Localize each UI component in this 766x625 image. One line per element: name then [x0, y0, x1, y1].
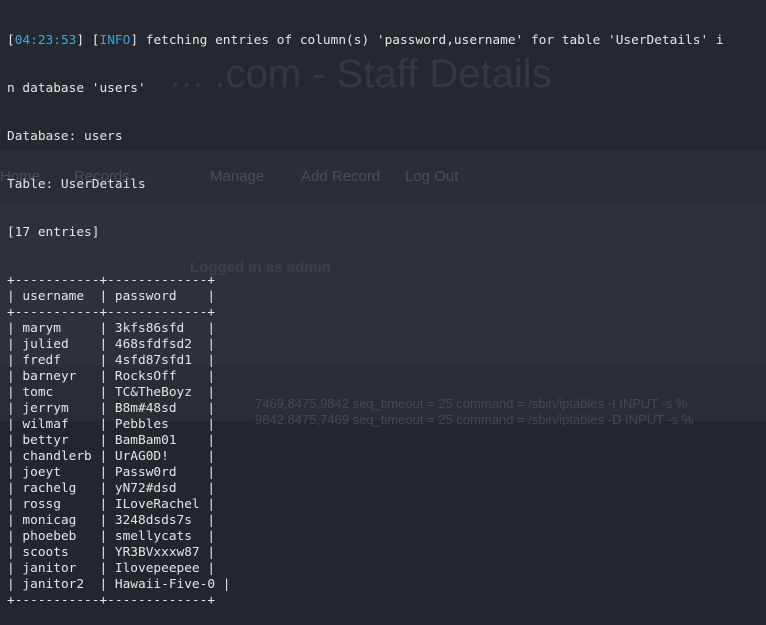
table-row: | janitor2 | Hawaii-Five-0 |	[7, 577, 231, 592]
table-line: Table: UserDetails	[7, 177, 146, 192]
log-level: INFO	[99, 33, 131, 48]
cell-password: RocksOff	[114, 369, 177, 384]
header-password: password	[114, 289, 177, 304]
cell-username: joeyt	[22, 465, 61, 480]
cell-username: scoots	[22, 545, 69, 560]
cell-password: yN72#dsd	[114, 481, 177, 496]
table-row: | fredf | 4sfd87sfd1 |	[7, 353, 216, 368]
terminal-output[interactable]: [04:23:53] [INFO] fetching entries of co…	[7, 1, 759, 625]
cell-password: UrAG0D!	[114, 449, 169, 464]
cell-password: Hawaii-Five-0	[114, 577, 216, 592]
cell-username: jerrym	[22, 401, 69, 416]
cell-password: 3248dsds7s	[114, 513, 192, 528]
cell-username: wilmaf	[22, 417, 69, 432]
dump-table: +-----------+-------------+ | username | …	[7, 273, 759, 609]
cell-password: Pebbles	[114, 417, 169, 432]
table-row: | joeyt | Passw0rd |	[7, 465, 216, 480]
cell-username: phoebeb	[22, 529, 77, 544]
cell-username: monicag	[22, 513, 77, 528]
table-row: | barneyr | RocksOff |	[7, 369, 216, 384]
cell-username: julied	[22, 337, 69, 352]
entries-count: [17 entries]	[7, 225, 100, 240]
database-line: Database: users	[7, 129, 123, 144]
table-border: +-----------+-------------+	[7, 305, 216, 320]
timestamp: 04:23:53	[14, 33, 77, 48]
cell-username: janitor2	[22, 577, 85, 592]
table-row: | monicag | 3248dsds7s |	[7, 513, 216, 528]
table-row: | wilmaf | Pebbles |	[7, 417, 216, 432]
table-row: | rachelg | yN72#dsd |	[7, 481, 216, 496]
cell-username: rossg	[22, 497, 61, 512]
table-header: | username | password |	[7, 289, 216, 304]
table-row: | julied | 468sfdfsd2 |	[7, 337, 216, 352]
cell-password: Passw0rd	[114, 465, 177, 480]
cell-password: ILoveRachel	[114, 497, 200, 512]
cell-username: fredf	[22, 353, 61, 368]
table-row: | janitor | Ilovepeepee |	[7, 561, 216, 576]
cell-password: YR3BVxxxw87	[114, 545, 200, 560]
cell-password: B8m#48sd	[114, 401, 177, 416]
table-row: | rossg | ILoveRachel |	[7, 497, 216, 512]
cell-password: TC&TheBoyz	[114, 385, 192, 400]
cell-password: Ilovepeepee	[114, 561, 200, 576]
cell-password: 468sfdfsd2	[114, 337, 192, 352]
table-border: +-----------+-------------+	[7, 593, 216, 608]
cell-password: BamBam01	[114, 433, 177, 448]
info-line: [04:23:53] [INFO] fetching entries of co…	[7, 33, 724, 48]
cell-username: bettyr	[22, 433, 69, 448]
cell-password: 3kfs86sfd	[114, 321, 185, 336]
cell-username: janitor	[22, 561, 77, 576]
table-row: | bettyr | BamBam01 |	[7, 433, 216, 448]
cell-password: smellycats	[114, 529, 192, 544]
header-username: username	[22, 289, 85, 304]
table-row: | tomc | TC&TheBoyz |	[7, 385, 216, 400]
table-border: +-----------+-------------+	[7, 273, 216, 288]
cell-username: tomc	[22, 385, 54, 400]
table-row: | chandlerb | UrAG0D! |	[7, 449, 216, 464]
cell-username: marym	[22, 321, 61, 336]
cell-password: 4sfd87sfd1	[114, 353, 192, 368]
table-row: | marym | 3kfs86sfd |	[7, 321, 216, 336]
info-message: fetching entries of column(s) 'password,…	[138, 33, 724, 48]
info-message-wrap: n database 'users'	[7, 81, 146, 96]
cell-username: barneyr	[22, 369, 77, 384]
table-row: | phoebeb | smellycats |	[7, 529, 216, 544]
table-row: | jerrym | B8m#48sd |	[7, 401, 216, 416]
cell-username: rachelg	[22, 481, 77, 496]
cell-username: chandlerb	[22, 449, 92, 464]
table-row: | scoots | YR3BVxxxw87 |	[7, 545, 216, 560]
